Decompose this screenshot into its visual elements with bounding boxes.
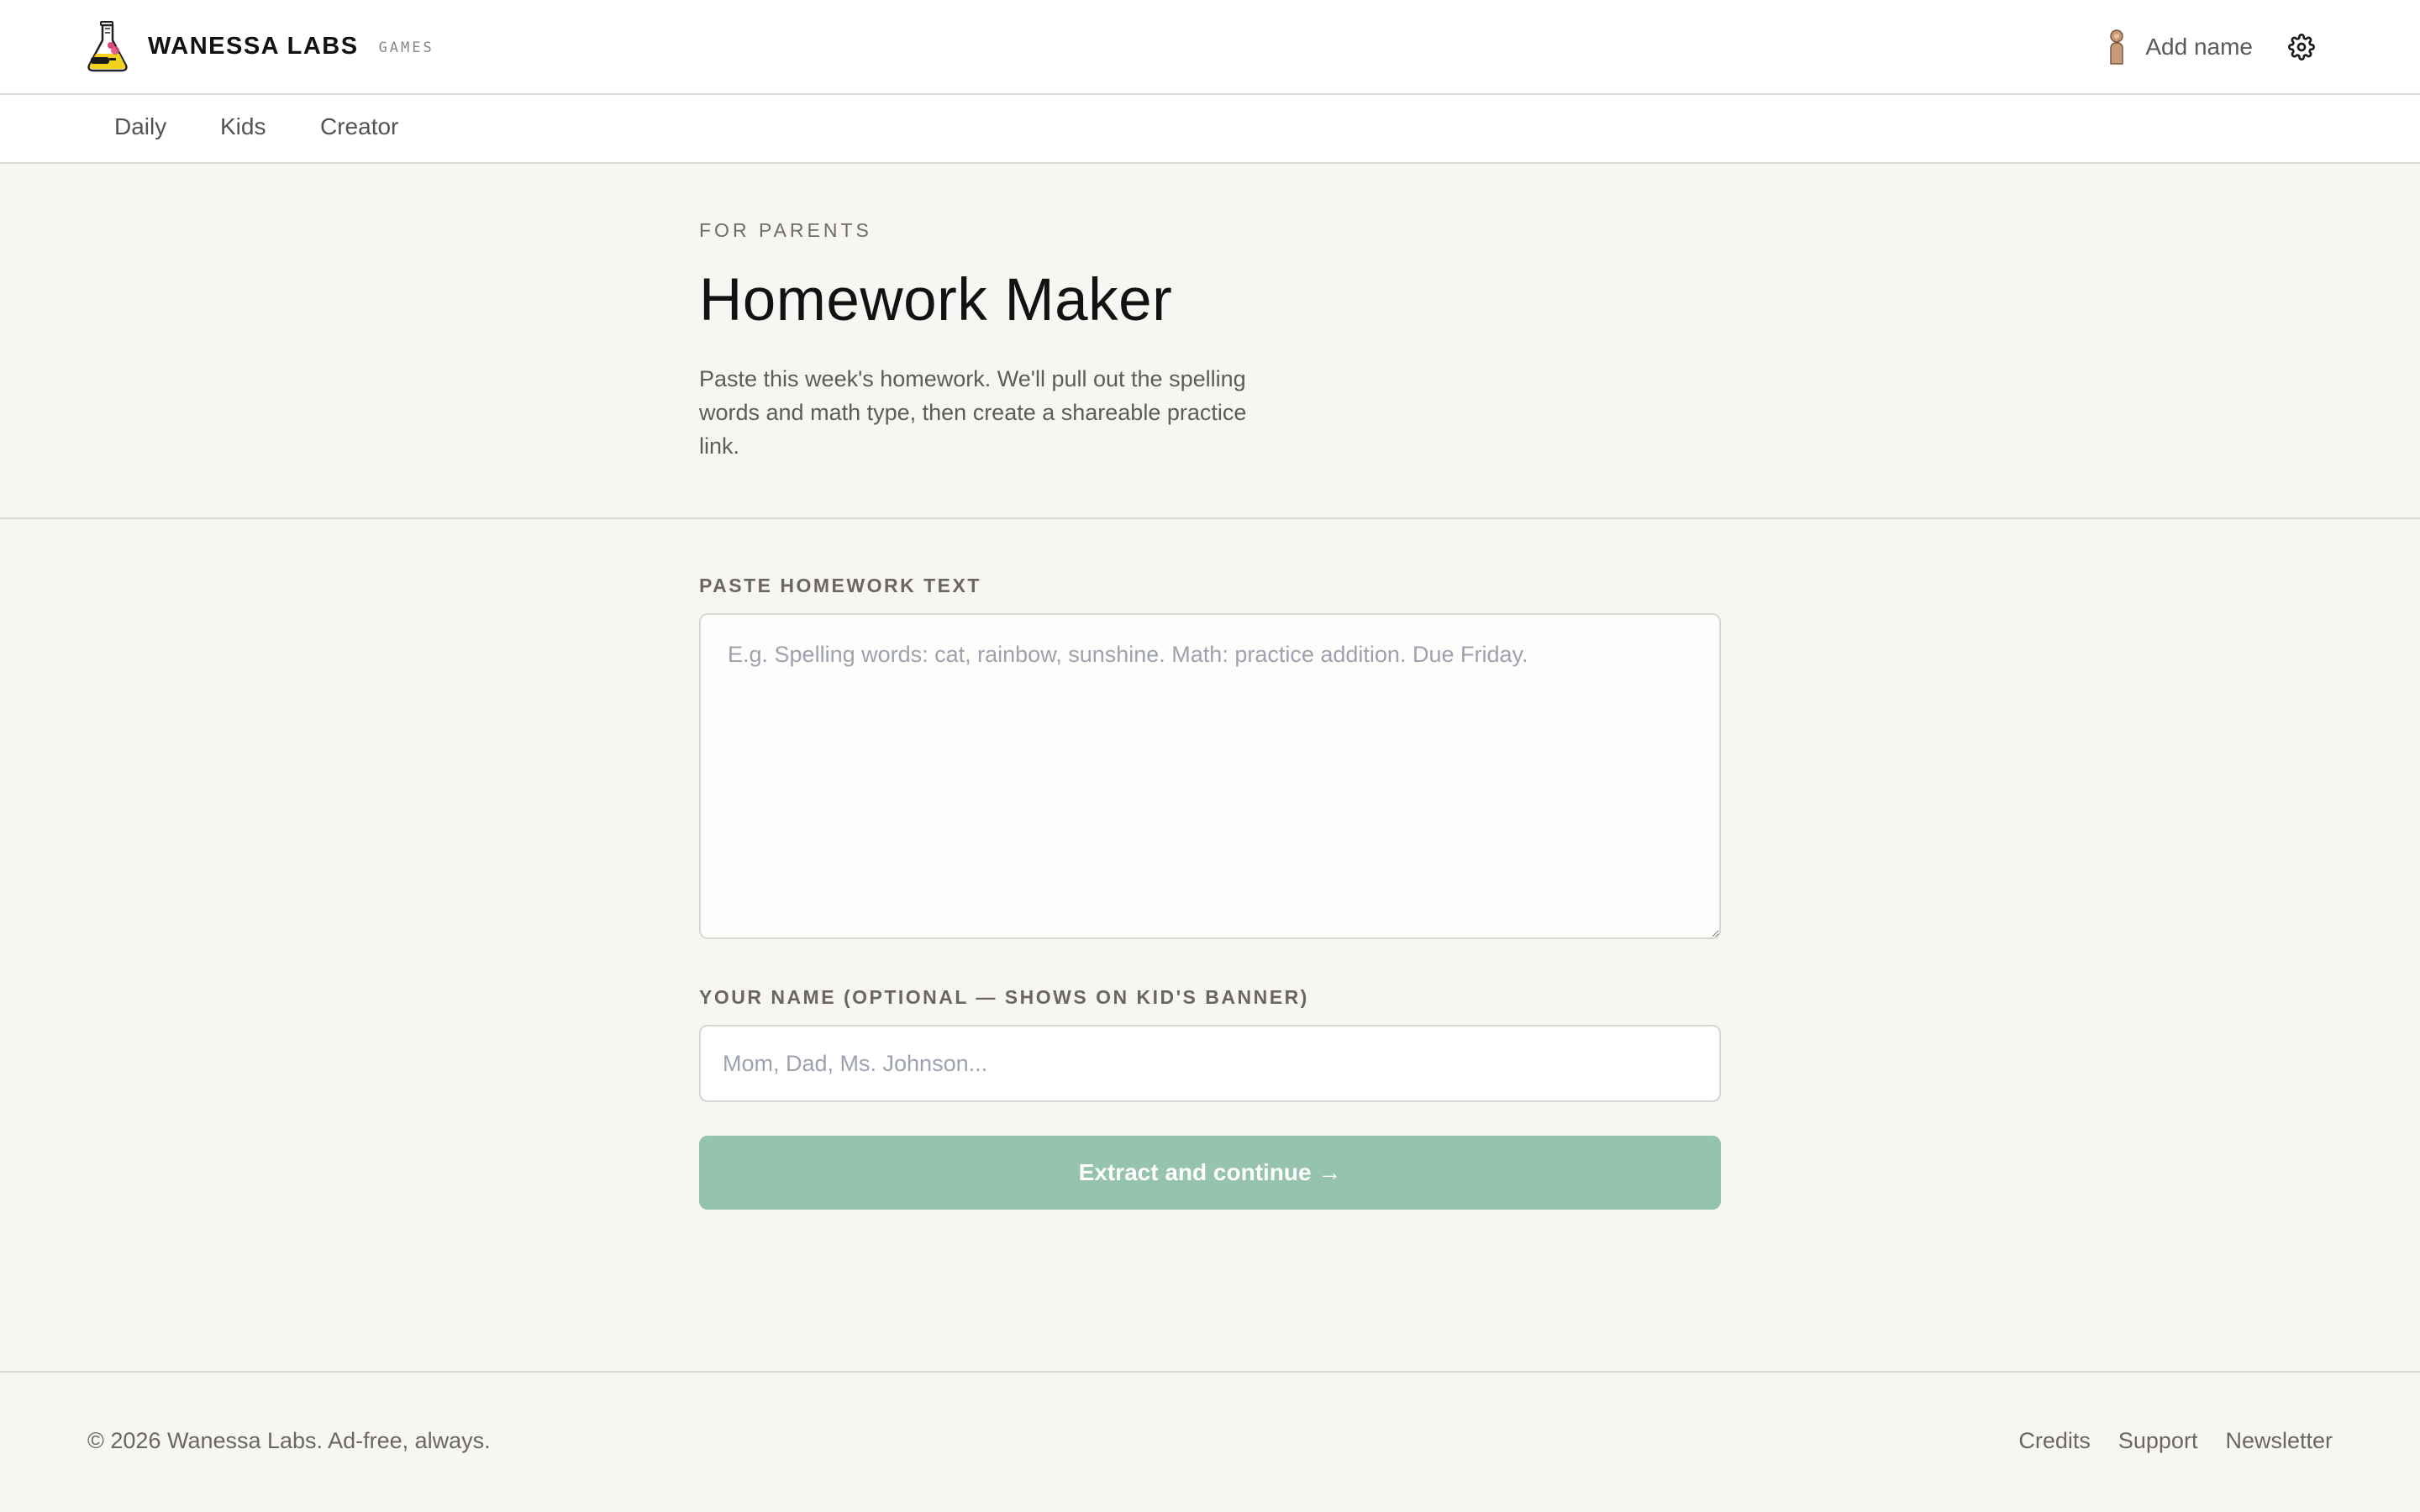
homework-text-input[interactable] (699, 613, 1721, 939)
top-header: WANESSA LABS GAMES Add name (0, 0, 2420, 95)
name-input[interactable] (699, 1025, 1721, 1102)
page-footer: © 2026 Wanessa Labs. Ad-free, always. Cr… (0, 1371, 2420, 1512)
nav-item-kids[interactable]: Kids (220, 113, 266, 140)
footer-link-support[interactable]: Support (2118, 1428, 2198, 1454)
homework-field-label: PASTE HOMEWORK TEXT (699, 575, 981, 596)
add-name-button[interactable]: Add name (2145, 34, 2253, 60)
footer-link-newsletter[interactable]: Newsletter (2225, 1428, 2333, 1454)
brand-name: WANESSA LABS (148, 32, 359, 60)
nav-item-creator[interactable]: Creator (320, 113, 398, 140)
main-nav: Daily Kids Creator (0, 95, 2420, 164)
name-field-label: YOUR NAME (OPTIONAL — SHOWS ON KID'S BAN… (699, 986, 1309, 1008)
eyebrow-label: FOR PARENTS (699, 219, 872, 241)
page-title: Homework Maker (699, 267, 1173, 333)
brand-subtitle: GAMES (378, 39, 434, 56)
hero-section: FOR PARENTS Homework Maker Paste this we… (0, 164, 2420, 519)
footer-link-credits[interactable]: Credits (2018, 1428, 2091, 1454)
person-figure-icon (2110, 29, 2124, 65)
copyright-text: © 2026 Wanessa Labs. Ad-free, always. (87, 1428, 491, 1453)
brand-home-link[interactable]: WANESSA LABS GAMES (84, 20, 434, 72)
extract-continue-button[interactable]: Extract and continue → (699, 1136, 1721, 1210)
user-area: Add name (2107, 24, 2315, 71)
flask-mascot-logo (87, 21, 128, 72)
nav-item-daily[interactable]: Daily (114, 113, 166, 140)
page-description: Paste this week's homework. We'll pull o… (699, 366, 1247, 459)
gear-icon[interactable] (2288, 34, 2315, 60)
footer-links: Credits Support Newsletter (1991, 1428, 2333, 1454)
